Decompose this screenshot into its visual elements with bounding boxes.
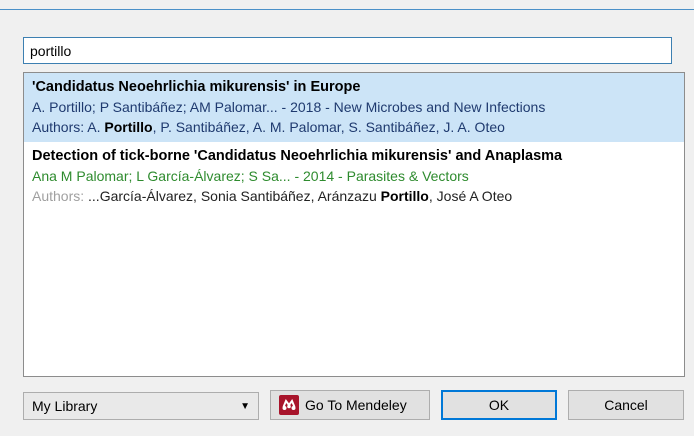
result-meta: A. Portillo; P Santibáñez; AM Palomar...… <box>32 99 546 115</box>
authors-pre: A. <box>87 119 105 135</box>
results-list[interactable]: 'Candidatus Neoehrlichia mikurensis' in … <box>23 72 685 377</box>
result-authors: Authors: A. Portillo, P. Santibáñez, A. … <box>32 117 678 137</box>
search-input[interactable] <box>23 37 672 64</box>
authors-match: Portillo <box>380 188 429 204</box>
cancel-label: Cancel <box>604 397 648 413</box>
cancel-button[interactable]: Cancel <box>568 390 684 420</box>
go-to-mendeley-label: Go To Mendeley <box>305 397 407 413</box>
result-item[interactable]: 'Candidatus Neoehrlichia mikurensis' in … <box>24 73 684 142</box>
result-item[interactable]: Detection of tick-borne 'Candidatus Neoe… <box>24 142 684 211</box>
chevron-down-icon: ▼ <box>240 400 250 412</box>
result-authors: Authors: ...García-Álvarez, Sonia Santib… <box>32 186 678 206</box>
library-select[interactable]: My Library ▼ <box>23 392 259 420</box>
ok-button[interactable]: OK <box>441 390 557 420</box>
authors-post: , P. Santibáñez, A. M. Palomar, S. Santi… <box>152 119 505 135</box>
go-to-mendeley-button[interactable]: Go To Mendeley <box>270 390 430 420</box>
authors-match: Portillo <box>104 119 153 135</box>
authors-label: Authors: <box>32 188 89 204</box>
result-title: 'Candidatus Neoehrlichia mikurensis' in … <box>32 79 361 95</box>
result-meta: Ana M Palomar; L García-Álvarez; S Sa...… <box>32 168 469 184</box>
ok-label: OK <box>488 397 510 413</box>
authors-pre: ...García-Álvarez, Sonia Santibáñez, Ará… <box>88 188 381 204</box>
result-title: Detection of tick-borne 'Candidatus Neoe… <box>32 148 563 164</box>
window-top-border <box>0 9 694 10</box>
authors-label: Authors: <box>32 119 88 135</box>
library-select-value: My Library <box>32 398 98 414</box>
mendeley-logo-icon <box>279 395 299 415</box>
authors-post: , José A Oteo <box>428 188 513 204</box>
